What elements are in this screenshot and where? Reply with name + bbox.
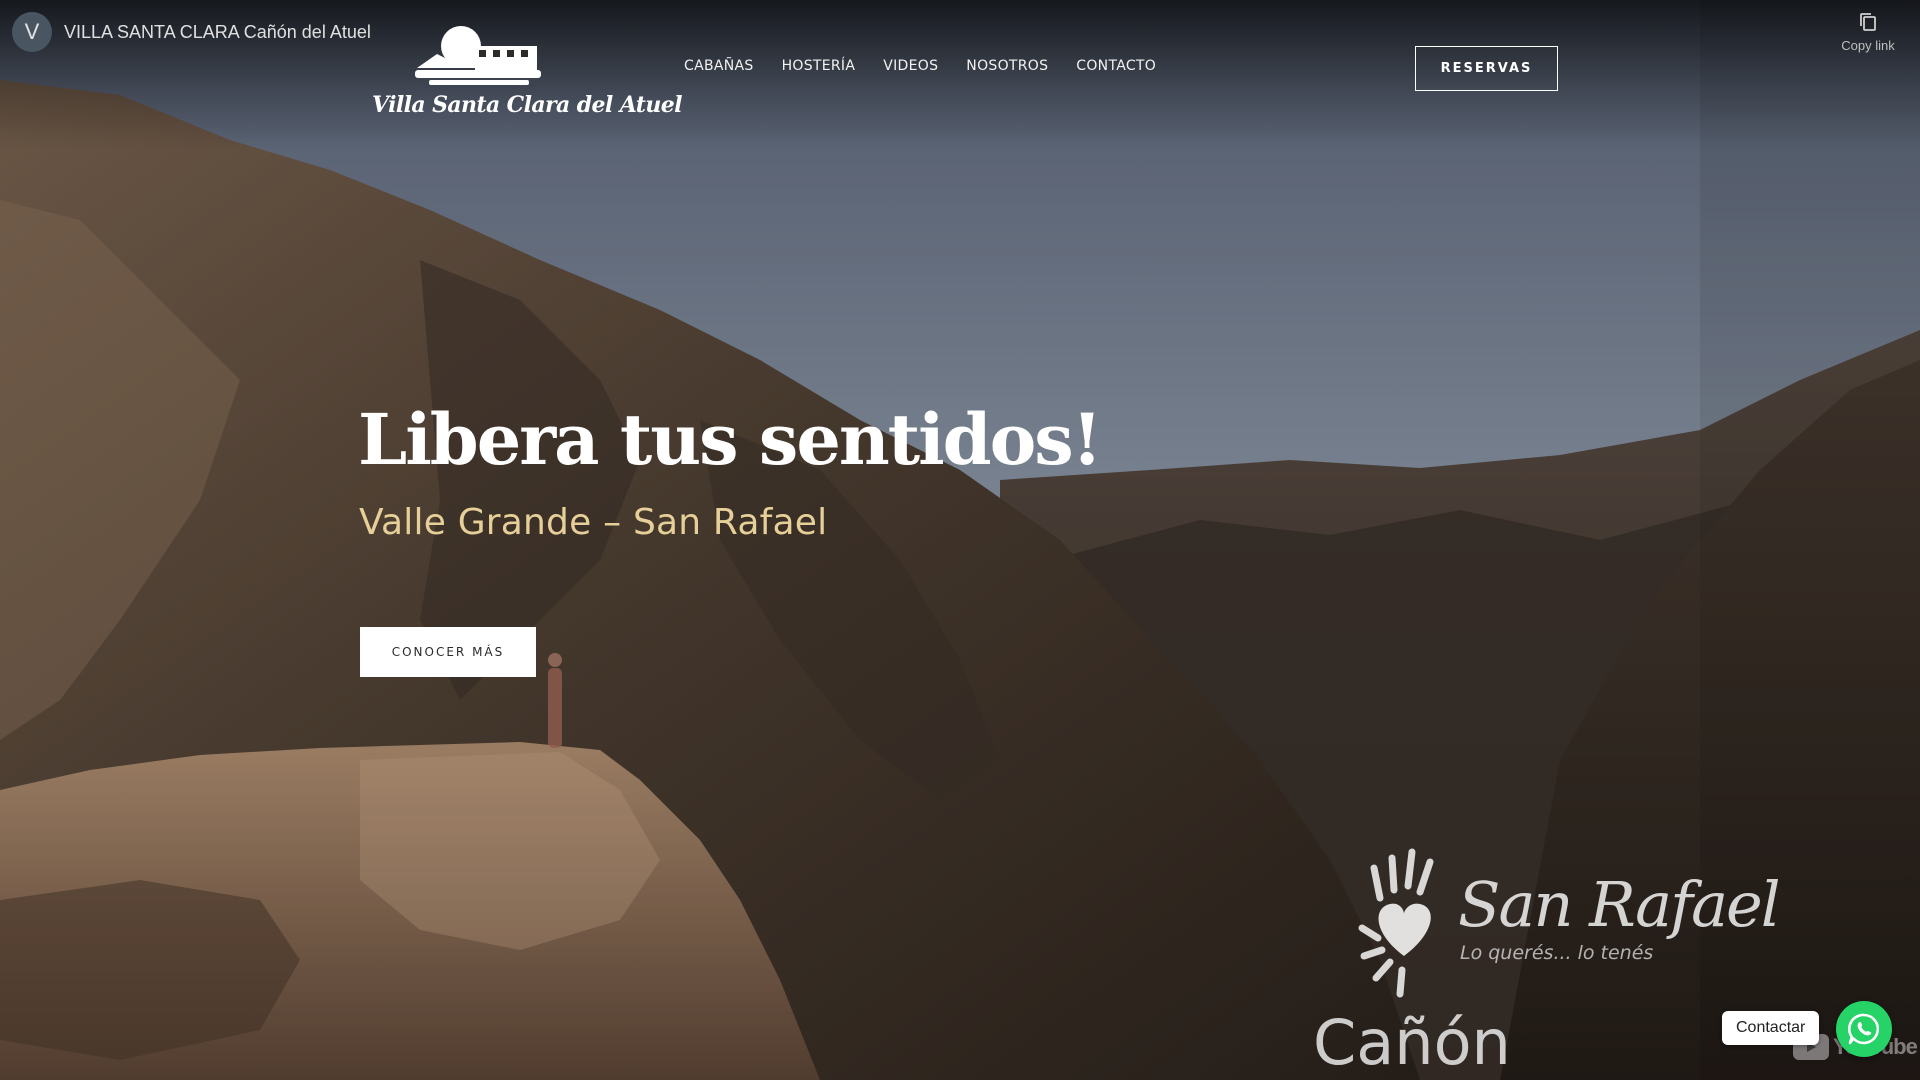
- whatsapp-icon: [1847, 1013, 1880, 1045]
- contact-widget-label[interactable]: Contactar: [1722, 1011, 1820, 1045]
- copy-link-button[interactable]: Copy link: [1830, 12, 1906, 53]
- nav-nosotros[interactable]: NOSOTROS: [966, 58, 1048, 74]
- reservas-button[interactable]: RESERVAS: [1415, 46, 1558, 91]
- whatsapp-contact-button[interactable]: [1836, 1001, 1892, 1057]
- nav-videos[interactable]: VIDEOS: [883, 58, 938, 74]
- site-logo[interactable]: Villa Santa Clara del Atuel: [372, 24, 683, 118]
- channel-avatar[interactable]: V: [12, 12, 52, 52]
- nav-cabanas[interactable]: CABAÑAS: [684, 58, 754, 74]
- san-rafael-brand-watermark: San Rafael Lo querés... lo tenés: [1356, 838, 1781, 1008]
- hero-title: Libera tus sentidos!: [358, 398, 1102, 481]
- youtube-channel-info[interactable]: V VILLA SANTA CLARA Cañón del Atuel: [12, 12, 371, 52]
- copy-link-label: Copy link: [1841, 38, 1895, 53]
- hero-subtitle: Valle Grande – San Rafael: [359, 502, 828, 543]
- main-navigation: CABAÑAS HOSTERÍA VIDEOS NOSOTROS CONTACT…: [684, 58, 1184, 74]
- villa-logo-icon: [415, 26, 541, 85]
- san-rafael-brand-name: San Rafael: [1458, 868, 1781, 941]
- copy-icon: [1860, 13, 1876, 31]
- heart-sun-icon: [1358, 848, 1434, 998]
- site-logo-text: Villa Santa Clara del Atuel: [372, 92, 683, 118]
- conocer-mas-button[interactable]: CONOCER MÁS: [360, 627, 536, 677]
- san-rafael-tagline: Lo querés... lo tenés: [1460, 942, 1654, 964]
- video-title[interactable]: VILLA SANTA CLARA Cañón del Atuel: [64, 22, 371, 43]
- nav-hosteria[interactable]: HOSTERÍA: [782, 58, 856, 74]
- nav-contacto[interactable]: CONTACTO: [1076, 58, 1156, 74]
- video-caption: Cañón: [1313, 1006, 1511, 1079]
